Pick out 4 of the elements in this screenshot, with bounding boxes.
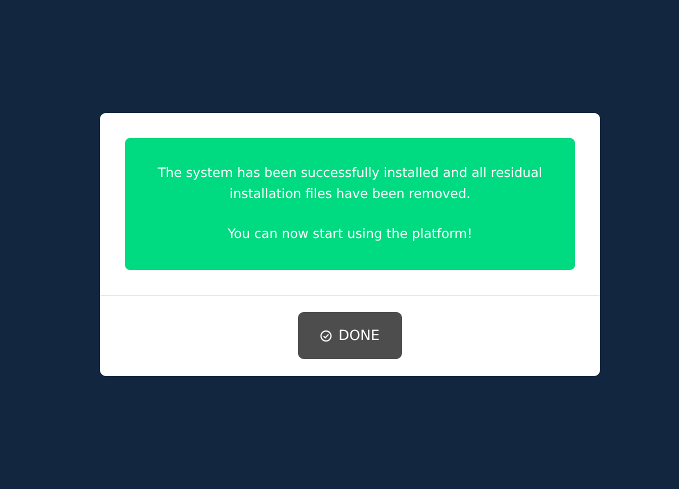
done-button[interactable]: DONE <box>298 312 402 359</box>
message-text: The system has been successfully installed and all residual installation files have been removed. <box>156 165 544 204</box>
message-text: You can now start using the platform! <box>226 226 474 244</box>
check-circle-icon <box>320 330 332 342</box>
